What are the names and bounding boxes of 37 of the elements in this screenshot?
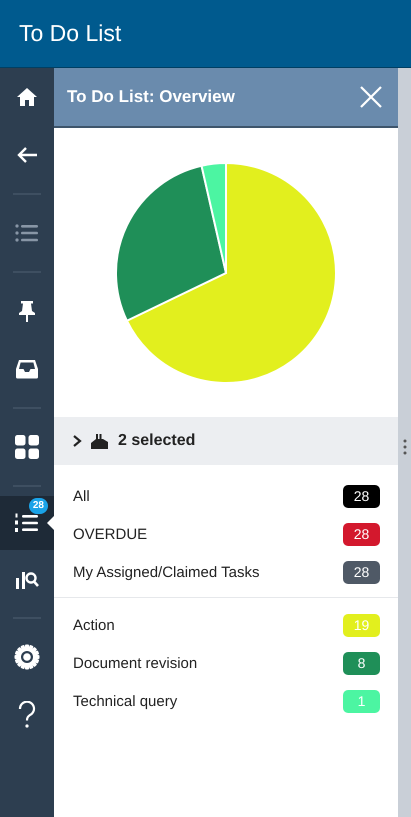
filter-label: 2 selected bbox=[118, 432, 196, 450]
category-label: All bbox=[73, 488, 90, 504]
inbox-icon bbox=[15, 359, 39, 379]
count-badge: 19 bbox=[343, 614, 380, 636]
factory-icon bbox=[91, 433, 109, 449]
count-badge: 28 bbox=[28, 498, 48, 514]
category-row[interactable]: All 28 bbox=[54, 477, 398, 515]
pin-icon bbox=[18, 300, 36, 322]
drag-dots-icon bbox=[402, 438, 406, 454]
back-arrow-icon bbox=[16, 146, 38, 164]
grid-icon bbox=[15, 435, 39, 459]
home-icon bbox=[16, 87, 38, 107]
category-row[interactable]: My Assigned/Claimed Tasks 28 bbox=[54, 553, 398, 591]
help-icon bbox=[18, 701, 36, 729]
resize-handle[interactable] bbox=[398, 68, 411, 817]
category-row[interactable]: Document revision 8 bbox=[54, 644, 398, 682]
app-title: To Do List bbox=[19, 20, 122, 47]
panel-title: To Do List: Overview bbox=[67, 87, 235, 107]
count-badge: 28 bbox=[343, 560, 380, 584]
list-icon bbox=[15, 224, 39, 242]
filter-bar[interactable]: 2 selected bbox=[54, 417, 398, 465]
category-label: OVERDUE bbox=[73, 526, 148, 542]
close-icon[interactable] bbox=[360, 86, 382, 108]
count-badge: 28 bbox=[343, 484, 380, 508]
count-badge: 1 bbox=[343, 690, 380, 712]
count-badge: 28 bbox=[343, 522, 380, 546]
numbered-list-icon bbox=[15, 513, 39, 533]
category-label: Document revision bbox=[73, 654, 198, 672]
category-row[interactable]: OVERDUE 28 bbox=[54, 515, 398, 553]
settings-icon bbox=[14, 644, 40, 670]
count-badge: 8 bbox=[343, 652, 380, 674]
chevron-icon bbox=[72, 434, 82, 448]
category-label: Technical query bbox=[73, 692, 178, 710]
category-row[interactable]: Technical query 1 bbox=[54, 682, 398, 720]
category-label: Action bbox=[73, 616, 115, 634]
category-label: My Assigned/Claimed Tasks bbox=[73, 564, 260, 580]
category-row[interactable]: Action 19 bbox=[54, 606, 398, 644]
